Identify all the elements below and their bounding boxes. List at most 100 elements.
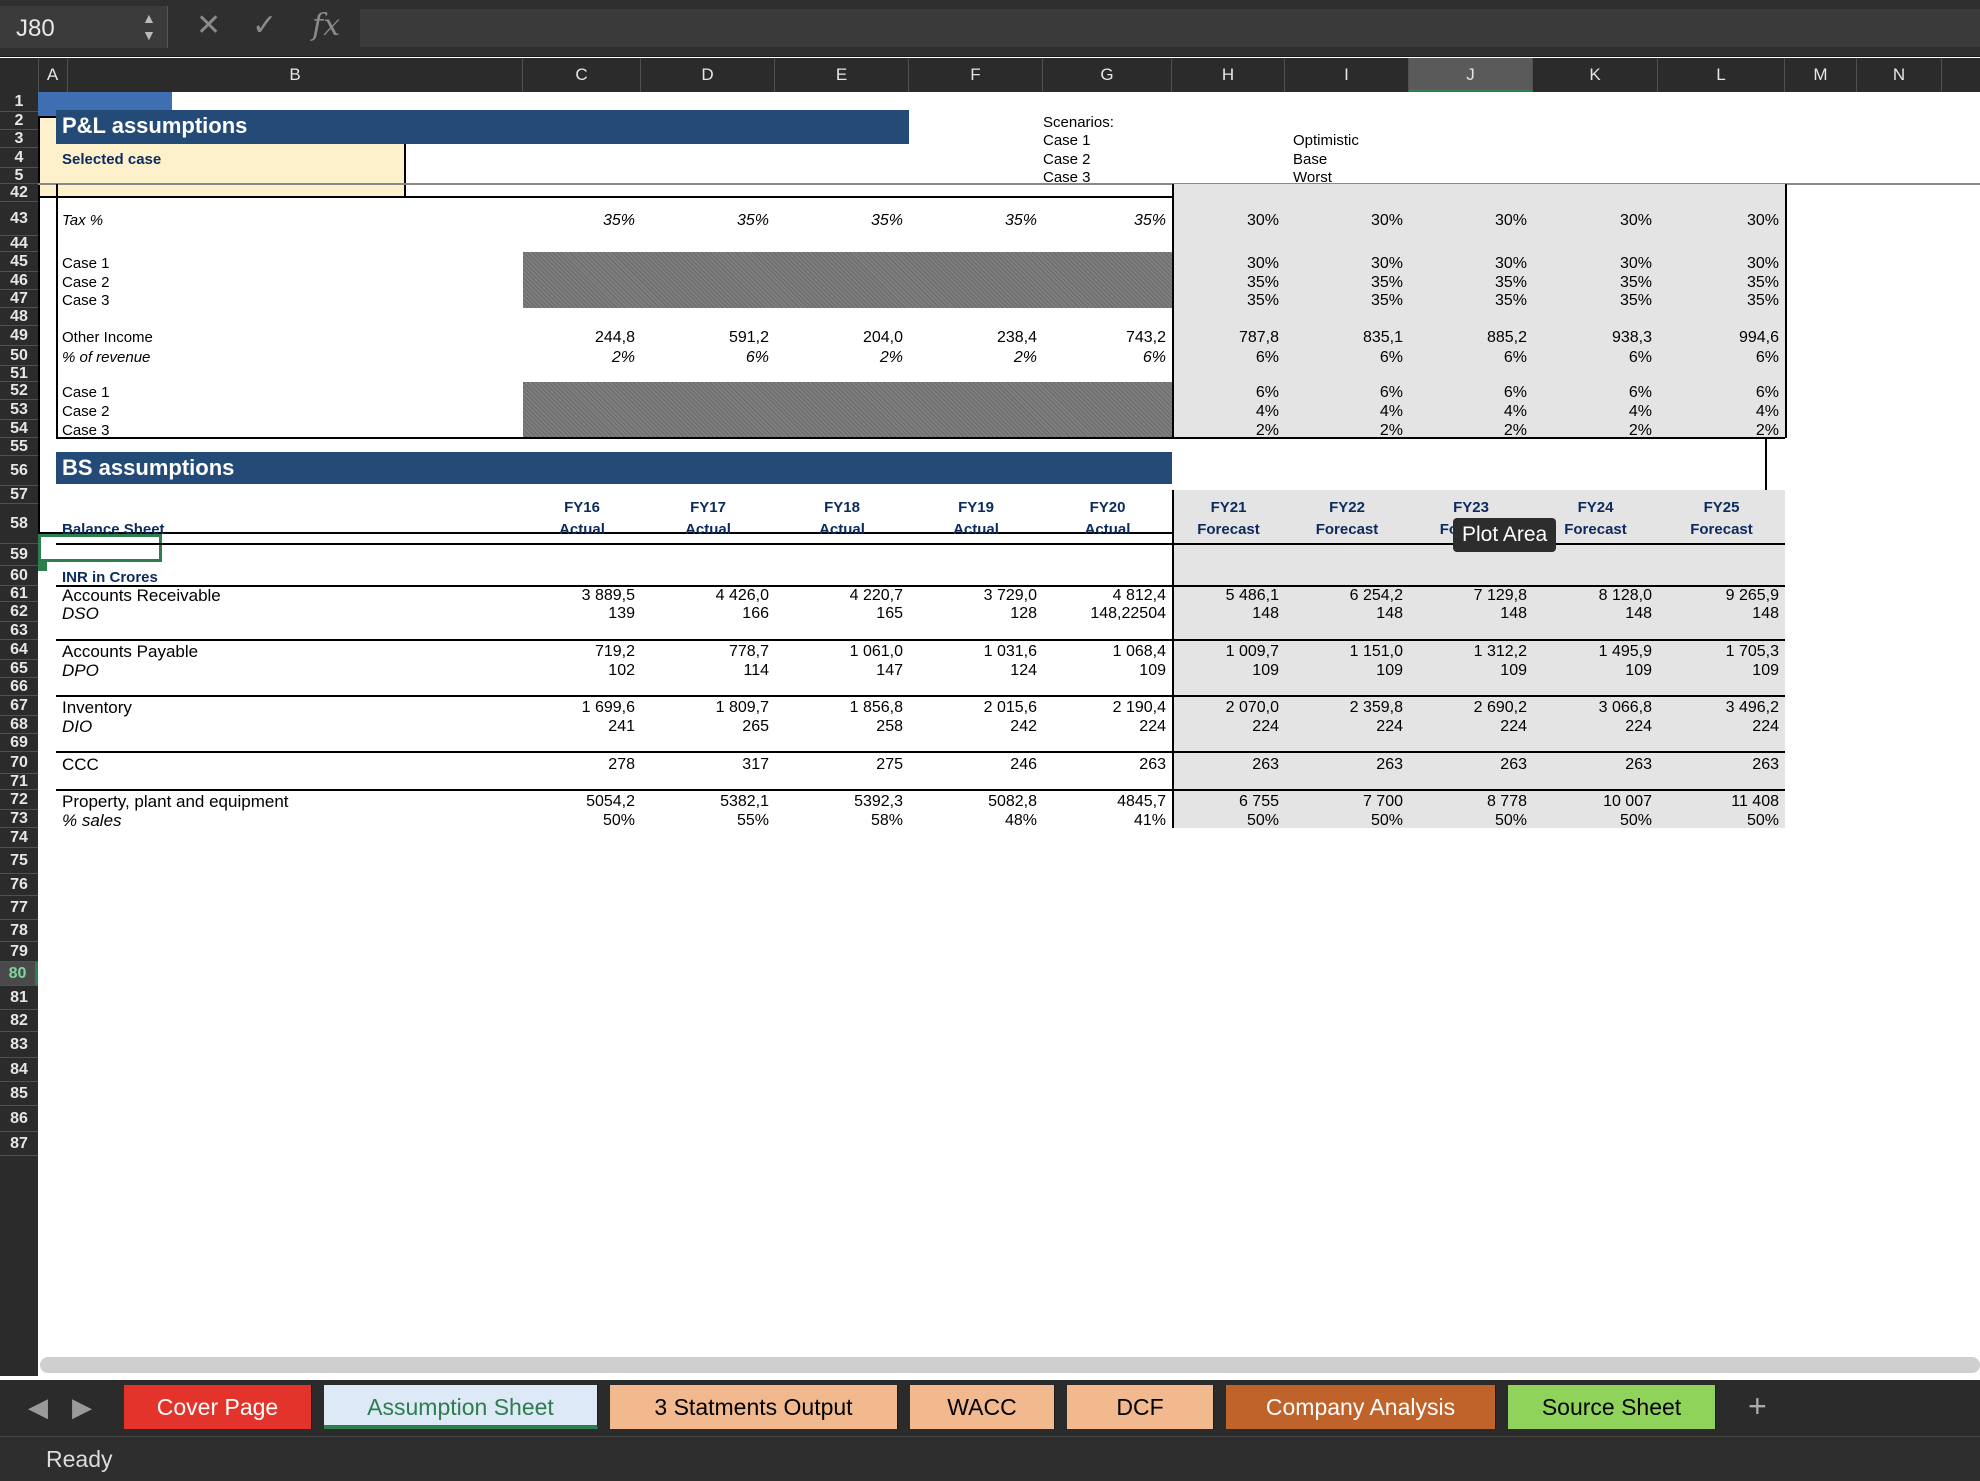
selected-case-value[interactable]: 1 (775, 148, 903, 172)
sheet-tab-company-analysis[interactable]: Company Analysis (1226, 1385, 1496, 1429)
tax-case-value[interactable]: 35% (1172, 289, 1279, 313)
bs-value[interactable]: 148 (1172, 602, 1279, 626)
year-label[interactable]: FY17 (641, 496, 775, 520)
row-header-64[interactable]: 64 (0, 640, 38, 660)
bs-row-label[interactable]: % sales (62, 809, 511, 833)
balance-sheet-label[interactable]: Balance Sheet (62, 518, 511, 542)
pct-revenue-value[interactable]: 6% (1658, 346, 1779, 370)
tax-value[interactable]: 30% (1658, 209, 1779, 233)
row-header-44[interactable]: 44 (0, 236, 38, 252)
year-type-label[interactable]: Actual (1043, 518, 1172, 542)
name-box[interactable]: J80 ▲ ▼ (0, 6, 168, 48)
year-label[interactable]: FY21 (1172, 496, 1285, 520)
tax-value[interactable]: 35% (523, 209, 635, 233)
bs-value[interactable]: 147 (775, 659, 903, 683)
bs-value[interactable]: 148 (1285, 602, 1403, 626)
row-header-70[interactable]: 70 (0, 752, 38, 774)
row-header-86[interactable]: 86 (0, 1106, 38, 1132)
column-header-c[interactable]: C (523, 58, 641, 92)
bs-value[interactable]: 265 (641, 715, 769, 739)
function-icon[interactable]: fx (312, 8, 340, 43)
row-header-65[interactable]: 65 (0, 660, 38, 678)
sheet-tab-cover-page[interactable]: Cover Page (124, 1385, 312, 1429)
row-header-72[interactable]: 72 (0, 790, 38, 810)
row-header-87[interactable]: 87 (0, 1132, 38, 1156)
row-header-52[interactable]: 52 (0, 382, 38, 400)
row-header-80[interactable]: 80 (0, 962, 38, 986)
row-header-75[interactable]: 75 (0, 848, 38, 874)
bs-value[interactable]: 224 (1043, 715, 1166, 739)
row-header-43[interactable]: 43 (0, 202, 38, 236)
row-header-61[interactable]: 61 (0, 586, 38, 602)
column-header-h[interactable]: H (1172, 58, 1285, 92)
oi-case-value[interactable]: 2% (1409, 419, 1527, 443)
bs-value[interactable]: 263 (1658, 753, 1779, 777)
year-label[interactable]: FY22 (1285, 496, 1409, 520)
year-type-label[interactable]: Forecast (1285, 518, 1409, 542)
row-header-76[interactable]: 76 (0, 874, 38, 896)
tax-value[interactable]: 35% (909, 209, 1037, 233)
worksheet-grid[interactable]: P&L assumptions Selected case 1 Scenarios: C… (38, 92, 1980, 1376)
bs-value[interactable]: 139 (523, 602, 635, 626)
sheet-tab-dcf[interactable]: DCF (1067, 1385, 1214, 1429)
tax-case-value[interactable]: 35% (1533, 289, 1652, 313)
year-label[interactable]: FY24 (1533, 496, 1658, 520)
row-header-59[interactable]: 59 (0, 544, 38, 566)
selected-case-label[interactable]: Selected case (62, 148, 511, 172)
column-header-k[interactable]: K (1533, 58, 1658, 92)
column-header-i[interactable]: I (1285, 58, 1409, 92)
row-header-1[interactable]: 1 (0, 92, 38, 112)
horizontal-scrollbar[interactable] (40, 1357, 1980, 1373)
tax-value[interactable]: 35% (1043, 209, 1166, 233)
row-header-69[interactable]: 69 (0, 734, 38, 752)
row-header-68[interactable]: 68 (0, 716, 38, 734)
row-header-47[interactable]: 47 (0, 290, 38, 308)
year-type-label[interactable]: Actual (909, 518, 1043, 542)
row-header-58[interactable]: 58 (0, 504, 38, 544)
row-header-48[interactable]: 48 (0, 308, 38, 326)
year-type-label[interactable]: Actual (775, 518, 909, 542)
year-label[interactable]: FY25 (1658, 496, 1785, 520)
year-type-label[interactable]: Actual (641, 518, 775, 542)
row-header-50[interactable]: 50 (0, 346, 38, 366)
bs-value[interactable]: 275 (775, 753, 903, 777)
bs-row-label[interactable]: CCC (62, 753, 511, 777)
sheet-tab-3-statments-output[interactable]: 3 Statments Output (610, 1385, 898, 1429)
year-label[interactable]: FY19 (909, 496, 1043, 520)
add-sheet-icon[interactable]: + (1748, 1388, 1767, 1425)
row-header-71[interactable]: 71 (0, 774, 38, 790)
year-type-label[interactable]: Forecast (1172, 518, 1285, 542)
pct-revenue-value[interactable]: 2% (909, 346, 1037, 370)
row-header-54[interactable]: 54 (0, 420, 38, 438)
row-header-4[interactable]: 4 (0, 148, 38, 168)
column-header-e[interactable]: E (775, 58, 909, 92)
tax-case-label[interactable]: Case 3 (62, 289, 511, 313)
column-header-m[interactable]: M (1785, 58, 1857, 92)
row-header-67[interactable]: 67 (0, 696, 38, 716)
column-header-a[interactable]: A (38, 58, 68, 92)
row-header-53[interactable]: 53 (0, 400, 38, 420)
bs-value[interactable]: 148 (1409, 602, 1527, 626)
row-header-63[interactable]: 63 (0, 622, 38, 640)
row-header-3[interactable]: 3 (0, 130, 38, 148)
bs-row-label[interactable]: DIO (62, 715, 511, 739)
bs-value[interactable]: 224 (1285, 715, 1403, 739)
row-header-55[interactable]: 55 (0, 438, 38, 456)
bs-value[interactable]: 50% (1172, 809, 1279, 833)
bs-value[interactable]: 114 (641, 659, 769, 683)
bs-value[interactable]: 50% (1658, 809, 1779, 833)
row-header-51[interactable]: 51 (0, 366, 38, 382)
pct-revenue-value[interactable]: 6% (1533, 346, 1652, 370)
bs-value[interactable]: 246 (909, 753, 1037, 777)
tax-value[interactable]: 30% (1172, 209, 1279, 233)
tax-case-value[interactable]: 35% (1658, 289, 1779, 313)
bs-value[interactable]: 148,22504 (1043, 602, 1166, 626)
row-header-5[interactable]: 5 (0, 168, 38, 184)
row-header-49[interactable]: 49 (0, 326, 38, 346)
row-header-74[interactable]: 74 (0, 828, 38, 848)
bs-value[interactable]: 278 (523, 753, 635, 777)
row-header-42[interactable]: 42 (0, 184, 38, 202)
bs-value[interactable]: 165 (775, 602, 903, 626)
oi-case-value[interactable]: 2% (1533, 419, 1652, 443)
bs-value[interactable]: 224 (1533, 715, 1652, 739)
